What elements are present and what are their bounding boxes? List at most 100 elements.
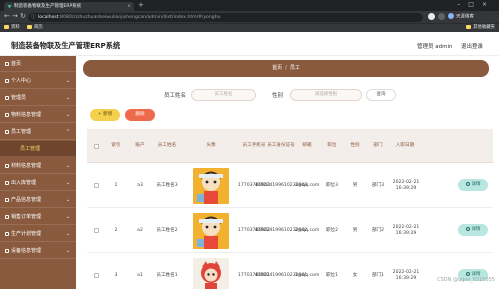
breadcrumb-home[interactable]: 首页 [272, 65, 282, 71]
cell-date: 2022-02-21 16:39:29 [392, 224, 420, 236]
extension-icon[interactable] [438, 13, 445, 20]
menu-icon [5, 130, 9, 134]
cell-position: 职位3 [325, 182, 339, 188]
vue-favicon-icon [7, 4, 12, 9]
row-checkbox-cell[interactable] [87, 163, 105, 208]
cell-dept: 部门2 [371, 227, 385, 233]
sidebar-item-plan[interactable]: 生产计划管理 ⌄ [0, 226, 76, 242]
col-avatar: 头像 [206, 143, 216, 148]
bookmark-item[interactable]: 简历 [27, 24, 43, 32]
reload-icon[interactable]: ↻ [20, 12, 26, 20]
row-checkbox-cell[interactable] [87, 253, 105, 289]
profile-button[interactable]: 天涯倦客 [448, 13, 474, 22]
sidebar-item-sales[interactable]: 销售订单管理 ⌄ [0, 209, 76, 225]
sidebar-item-label: 首页 [11, 61, 22, 67]
sidebar-item-label: 出入库管理 [11, 180, 37, 186]
chevron-down-icon: ⌄ [65, 112, 70, 118]
detail-button[interactable]: 详情 [458, 224, 488, 236]
back-icon[interactable]: ← [4, 12, 10, 20]
cell-position: 职位2 [325, 227, 339, 233]
sidebar-item-label: 生产计划管理 [11, 231, 42, 237]
row-checkbox[interactable] [93, 273, 99, 278]
row-checkbox[interactable] [93, 228, 99, 233]
menu-icon [5, 96, 9, 100]
menu-icon [5, 198, 9, 202]
sidebar-item-product[interactable]: 产品信息管理 ⌄ [0, 192, 76, 208]
url-input[interactable]: ⓘ localhost:8080/zizhuzhuanbeiwulianjish… [28, 12, 423, 22]
select-all-cell[interactable] [87, 129, 105, 163]
col-gender: 性别 [350, 143, 360, 148]
cell-name: 员工姓名2 [156, 227, 178, 233]
menu-icon [5, 79, 9, 83]
search-button[interactable]: 查询 [366, 89, 396, 101]
main-content: 首页 / 员工 员工姓名 员工姓名 性别 请选择性别 查询 + 新增 删除 索引 账… [76, 56, 499, 289]
window-controls[interactable]: –□× [457, 0, 495, 10]
table-row: 1 a3 员工姓名3 17703786903 41022419961023200… [87, 163, 493, 208]
bookmark-label: 简历 [34, 25, 43, 30]
table-row: 3 a1 员工姓名1 17703786901 41022419961023200… [87, 253, 493, 289]
sidebar-item-staff[interactable]: 员工管理 ⌃ [0, 124, 76, 140]
forward-icon[interactable]: → [12, 12, 18, 20]
col-name: 员工姓名 [157, 143, 177, 148]
browser-tab[interactable]: 制造装备物联及生产管理ERP系统 × [4, 2, 134, 11]
sidebar-subitem-staff[interactable]: 员工管理 [0, 141, 76, 157]
info-icon[interactable]: ⓘ [31, 13, 36, 22]
detail-button[interactable]: 详情 [458, 179, 488, 191]
bookmark-label: 其他收藏夹 [473, 25, 495, 30]
logout-button[interactable]: 退出登录 [461, 42, 483, 50]
sidebar: 首页 个人中心 ⌄ 管理员 ⌄ 物料信息管理 ⌄ 员工管理 ⌃ 员工管理 材料信息管理 ⌄… [0, 56, 76, 289]
sidebar-item-raw-material[interactable]: 材料信息管理 ⌄ [0, 158, 76, 174]
gender-label: 性别 [272, 93, 284, 99]
sidebar-item-profile[interactable]: 个人中心 ⌄ [0, 73, 76, 89]
folder-icon [466, 24, 472, 29]
avatar-image [193, 167, 229, 204]
sidebar-item-home[interactable]: 首页 [0, 56, 76, 72]
cell-gender: 女 [352, 272, 358, 278]
url-path: :8080/zizhuzhuanbeiwulianjishengcan/admi… [58, 14, 221, 20]
info-icon [465, 226, 470, 231]
cell-email: 3@qq.com [294, 182, 320, 188]
bookmark-other[interactable]: 其他收藏夹 [466, 24, 495, 32]
admin-label: 管理员 admin [417, 44, 453, 50]
cell-date: 2022-02-21 16:39:29 [392, 179, 420, 191]
browser-tab-bar: 制造装备物联及生产管理ERP系统 × + –□× [0, 0, 499, 11]
sidebar-item-inventory[interactable]: 出入库管理 ⌄ [0, 175, 76, 191]
info-icon [465, 271, 470, 276]
close-tab-icon[interactable]: × [127, 2, 131, 11]
chevron-down-icon: ⌄ [65, 180, 70, 186]
cell-idcard: 410224199610232001 [254, 272, 308, 278]
info-icon [465, 181, 470, 186]
gender-select[interactable]: 请选择性别 [290, 89, 362, 101]
bookmark-item[interactable]: 资料 [4, 24, 20, 32]
cell-name: 员工姓名1 [156, 272, 178, 278]
menu-icon [5, 249, 9, 253]
menu-icon [5, 164, 9, 168]
url-host: localhost [38, 14, 59, 20]
cell-email: 2@qq.com [294, 227, 320, 233]
sidebar-item-equipment[interactable]: 设备信息管理 ⌄ [0, 243, 76, 259]
menu-icon [5, 181, 9, 185]
cell-idcard: 410224199610232002 [254, 227, 308, 233]
sidebar-item-label: 物料信息管理 [11, 112, 42, 118]
select-all-checkbox[interactable] [93, 143, 99, 149]
sidebar-item-material[interactable]: 物料信息管理 ⌄ [0, 107, 76, 123]
extension-icon[interactable] [428, 13, 435, 20]
col-account: 账户 [135, 143, 145, 148]
delete-button[interactable]: 删除 [125, 109, 155, 121]
menu-icon [5, 113, 9, 117]
cell-account: a3 [137, 182, 143, 188]
sidebar-item-admin[interactable]: 管理员 ⌄ [0, 90, 76, 106]
row-checkbox[interactable] [93, 183, 99, 188]
menu-icon [5, 232, 9, 236]
sidebar-item-label: 设备信息管理 [11, 248, 42, 254]
chevron-down-icon: ⌄ [65, 248, 70, 254]
new-tab-icon[interactable]: + [138, 1, 144, 9]
col-index: 索引 [111, 143, 121, 148]
cell-email: 1@qq.com [294, 272, 320, 278]
table-row: 2 a2 员工姓名2 17703786902 41022419961023200… [87, 208, 493, 253]
sidebar-item-label: 产品信息管理 [11, 197, 42, 203]
row-checkbox-cell[interactable] [87, 208, 105, 253]
name-search-input[interactable]: 员工姓名 [191, 89, 256, 101]
add-button[interactable]: + 新增 [90, 109, 120, 121]
cell-account: a2 [137, 227, 143, 233]
